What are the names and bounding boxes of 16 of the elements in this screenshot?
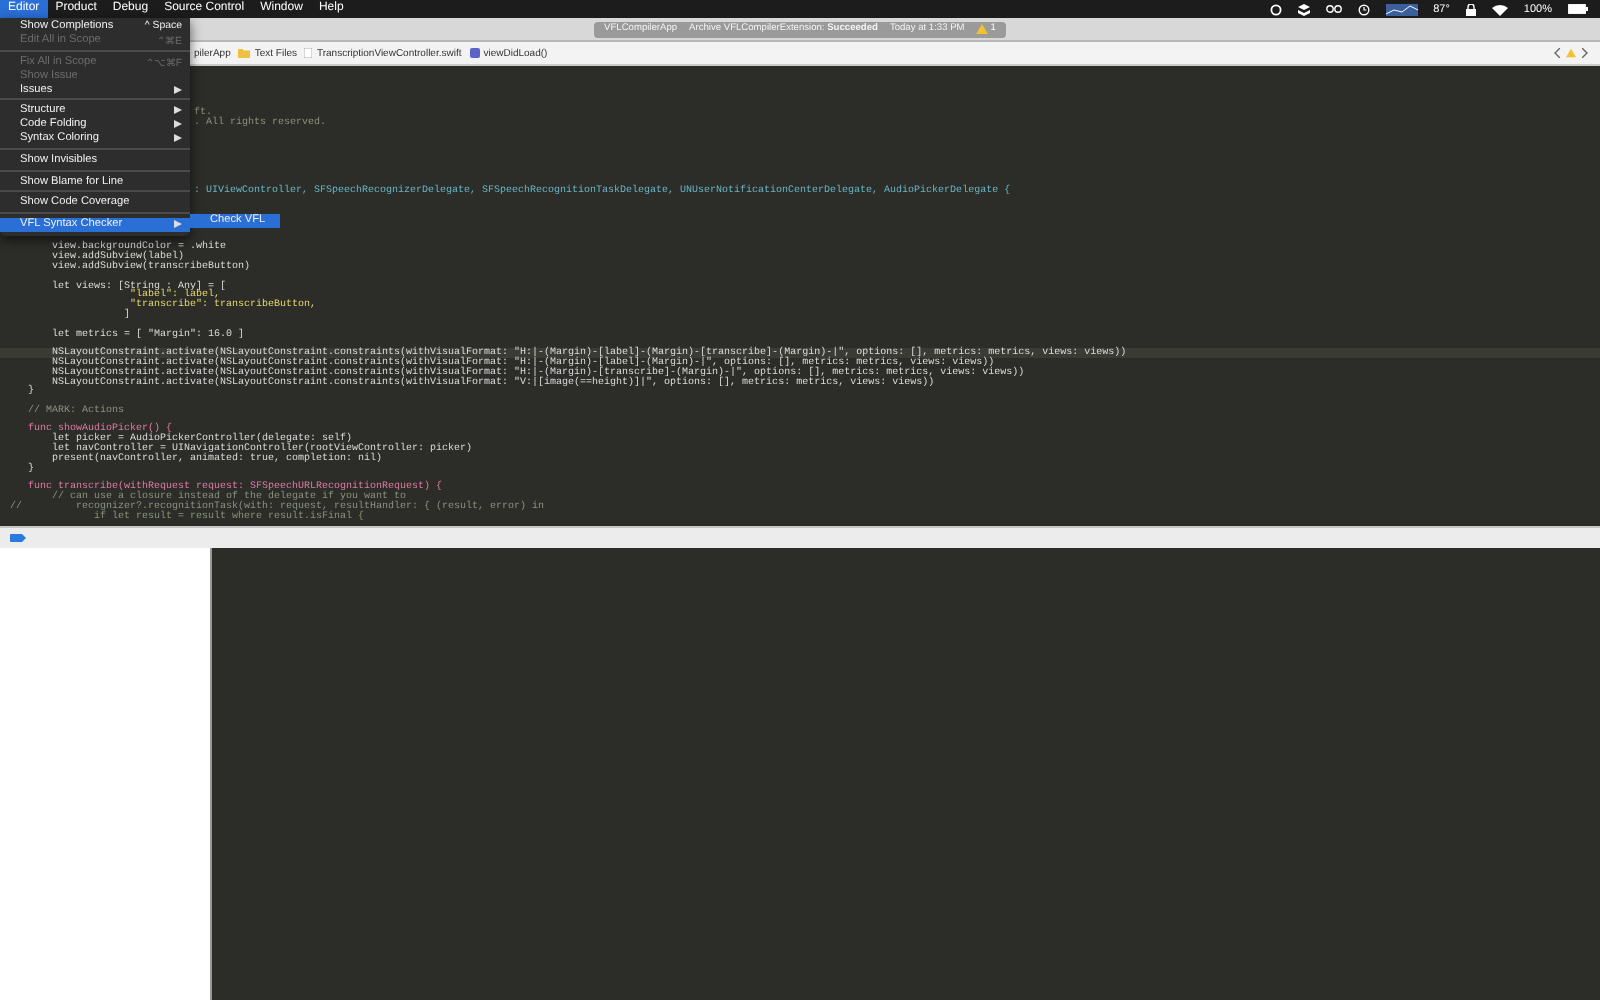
glasses-icon [1325,4,1342,14]
method-icon [469,48,480,58]
submenu-arrow-icon [174,85,182,94]
lock-icon [1465,3,1476,15]
clock-icon [1357,3,1370,15]
chevron-left-icon[interactable] [1554,48,1560,58]
warning-icon [976,24,989,34]
box-icon [1297,3,1310,15]
document-icon [304,48,313,58]
breakpoint-toggle-icon[interactable] [10,534,26,542]
folder-icon [238,48,251,58]
submenu-arrow-icon [174,220,182,229]
chevron-right-icon[interactable] [1582,48,1588,58]
battery-icon [1568,4,1588,14]
wifi-icon [1491,3,1508,15]
network-graph-icon [1385,3,1418,15]
